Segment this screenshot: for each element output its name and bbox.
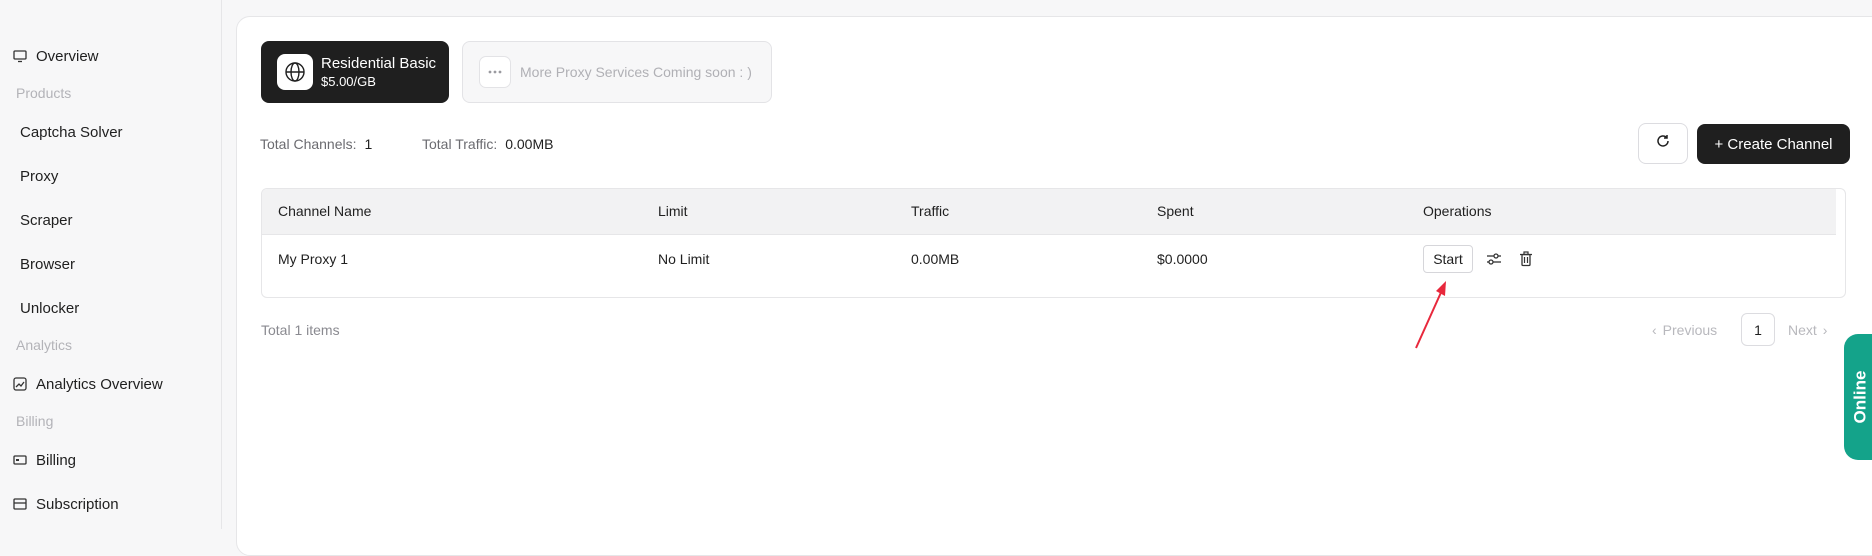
globe-icon xyxy=(277,54,313,90)
total-channels: Total Channels: 1 xyxy=(260,136,372,152)
sidebar-item-label: Captcha Solver xyxy=(20,123,123,141)
trash-icon[interactable] xyxy=(1517,250,1535,268)
next-label: Next xyxy=(1788,322,1817,338)
annotation-arrow xyxy=(1415,281,1446,349)
list-card-icon xyxy=(12,496,28,512)
sidebar-item-subscription[interactable]: Subscription xyxy=(12,493,119,515)
cell-traffic: 0.00MB xyxy=(911,251,960,267)
column-header-spent: Spent xyxy=(1157,203,1194,219)
sidebar-item-proxy[interactable]: Proxy xyxy=(20,165,58,187)
column-header-limit: Limit xyxy=(658,203,688,219)
settings-sliders-icon[interactable] xyxy=(1485,250,1503,268)
sidebar-item-label: Proxy xyxy=(20,167,59,185)
credit-card-icon xyxy=(12,452,28,468)
sidebar-group-analytics: Analytics xyxy=(16,337,73,353)
total-channels-value: 1 xyxy=(364,136,373,152)
service-card-residential-basic[interactable]: Residential Basic $5.00/GB xyxy=(261,41,449,103)
page-1-button[interactable]: 1 xyxy=(1741,313,1775,346)
column-header-traffic: Traffic xyxy=(911,203,950,219)
sidebar-item-unlocker[interactable]: Unlocker xyxy=(20,297,79,319)
sidebar-item-browser[interactable]: Browser xyxy=(20,253,75,275)
previous-page-button[interactable]: ‹ Previous xyxy=(1652,322,1717,338)
sidebar-group-products: Products xyxy=(16,85,72,101)
cell-spent: $0.0000 xyxy=(1157,251,1208,267)
cell-limit: No Limit xyxy=(658,251,710,267)
cell-channel-name: My Proxy 1 xyxy=(278,251,349,267)
sidebar-item-label: Browser xyxy=(20,255,76,273)
monitor-icon xyxy=(12,48,28,64)
sidebar-item-label: Analytics Overview xyxy=(36,375,163,393)
more-dots-icon xyxy=(479,56,511,88)
column-header-operations: Operations xyxy=(1423,203,1492,219)
create-channel-button[interactable]: + Create Channel xyxy=(1697,124,1850,164)
refresh-icon xyxy=(1655,133,1671,154)
total-traffic-label: Total Traffic: xyxy=(422,136,498,152)
service-title: Residential Basic xyxy=(321,54,437,72)
sidebar-item-scraper[interactable]: Scraper xyxy=(20,209,73,231)
sidebar-item-label: Subscription xyxy=(36,495,119,513)
sidebar-item-label: Scraper xyxy=(20,211,73,229)
online-support-tab[interactable]: Online xyxy=(1844,334,1872,460)
channels-table: Channel Name Limit Traffic Spent Operati… xyxy=(261,188,1846,298)
chevron-left-icon: ‹ xyxy=(1652,322,1657,338)
refresh-button[interactable] xyxy=(1638,123,1688,164)
total-traffic: Total Traffic: 0.00MB xyxy=(422,136,553,152)
previous-label: Previous xyxy=(1662,322,1718,338)
sidebar-item-label: Overview xyxy=(36,47,99,65)
column-header-channel-name: Channel Name xyxy=(278,203,372,219)
total-items: Total 1 items xyxy=(261,322,340,338)
start-button[interactable]: Start xyxy=(1423,245,1473,273)
sidebar-item-captcha-solver[interactable]: Captcha Solver xyxy=(20,121,123,143)
coming-soon-label: More Proxy Services Coming soon : ) xyxy=(520,64,752,80)
sidebar-item-overview[interactable]: Overview xyxy=(12,45,99,67)
sidebar-item-label: Unlocker xyxy=(20,299,80,317)
online-label: Online xyxy=(1850,370,1869,424)
chevron-right-icon: › xyxy=(1822,322,1828,338)
sidebar: Overview Products Captcha Solver Proxy S… xyxy=(0,0,222,529)
total-traffic-value: 0.00MB xyxy=(505,136,554,152)
sidebar-item-analytics-overview[interactable]: Analytics Overview xyxy=(12,373,163,395)
sidebar-item-billing[interactable]: Billing xyxy=(12,449,76,471)
sidebar-item-label: Billing xyxy=(36,451,77,469)
sidebar-group-billing: Billing xyxy=(16,413,54,429)
total-channels-label: Total Channels: xyxy=(260,136,357,152)
table-header xyxy=(262,189,1836,235)
service-price: $5.00/GB xyxy=(321,73,376,89)
chart-image-icon xyxy=(12,376,28,392)
next-page-button[interactable]: Next › xyxy=(1788,322,1827,338)
service-card-coming-soon: More Proxy Services Coming soon : ) xyxy=(462,41,772,103)
